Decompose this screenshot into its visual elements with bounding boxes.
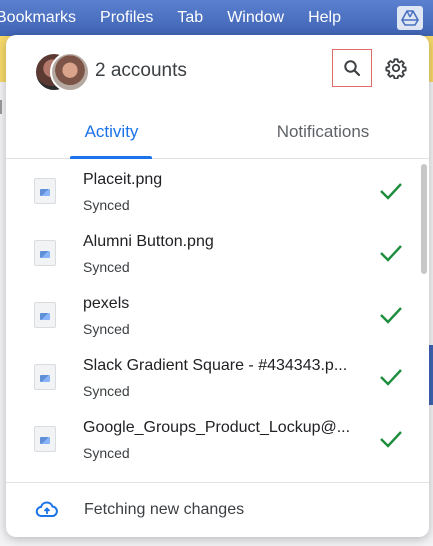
- file-status: Synced: [83, 321, 130, 337]
- menu-bar: Bookmarks Profiles Tab Window Help: [0, 0, 433, 36]
- scrollbar-thumb[interactable]: [421, 164, 427, 274]
- file-name: Placeit.png: [83, 171, 163, 188]
- list-item[interactable]: Placeit.png Synced: [6, 160, 418, 222]
- file-status: Synced: [83, 197, 130, 213]
- sync-status-bar: Fetching new changes: [6, 482, 429, 537]
- search-button[interactable]: [332, 49, 372, 87]
- checkmark-icon: [380, 245, 402, 262]
- activity-list: Placeit.png Synced Alumni Button.png Syn…: [6, 160, 429, 482]
- file-status: Synced: [83, 383, 130, 399]
- google-drive-icon[interactable]: [397, 6, 423, 30]
- file-name: Slack Gradient Square - #434343.p...: [83, 357, 348, 374]
- menu-help[interactable]: Help: [296, 0, 353, 36]
- scrollbar[interactable]: [418, 160, 429, 482]
- file-name: pexels: [83, 295, 130, 312]
- file-name: Alumni Button.png: [83, 233, 214, 250]
- gear-icon: [385, 58, 407, 79]
- settings-button[interactable]: [382, 54, 410, 82]
- checkmark-icon: [380, 431, 402, 448]
- avatar: [50, 52, 90, 92]
- tab-notifications[interactable]: Notifications: [217, 105, 429, 159]
- image-file-icon: [34, 364, 56, 390]
- list-item[interactable]: Google_Groups_Product_Lockup@... Synced: [6, 408, 418, 470]
- image-file-icon: [34, 426, 56, 452]
- accounts-label[interactable]: 2 accounts: [95, 60, 187, 82]
- image-file-icon: [34, 240, 56, 266]
- file-name: Google_Groups_Product_Lockup@...: [83, 419, 351, 436]
- image-file-icon: [34, 178, 56, 204]
- menu-bookmarks[interactable]: Bookmarks: [0, 0, 88, 36]
- menu-window[interactable]: Window: [215, 0, 296, 36]
- checkmark-icon: [380, 307, 402, 324]
- sync-status-text: Fetching new changes: [84, 501, 245, 518]
- tab-activity[interactable]: Activity: [6, 105, 217, 159]
- tab-bar: Activity Notifications: [6, 105, 429, 159]
- cloud-sync-icon: [35, 501, 58, 517]
- menu-tab[interactable]: Tab: [165, 0, 215, 36]
- search-icon: [344, 60, 361, 77]
- checkmark-icon: [380, 369, 402, 386]
- checkmark-icon: [380, 183, 402, 200]
- drive-activity-panel: 2 accounts Activity Notifications Placei…: [6, 35, 429, 537]
- list-item[interactable]: Alumni Button.png Synced: [6, 222, 418, 284]
- account-avatars[interactable]: [34, 52, 90, 92]
- list-item[interactable]: pexels Synced: [6, 284, 418, 346]
- list-item[interactable]: Slack Gradient Square - #434343.p... Syn…: [6, 346, 418, 408]
- panel-header: 2 accounts: [6, 35, 429, 105]
- image-file-icon: [34, 302, 56, 328]
- file-status: Synced: [83, 259, 130, 275]
- menu-profiles[interactable]: Profiles: [88, 0, 165, 36]
- tab-indicator: [70, 156, 152, 159]
- file-status: Synced: [83, 445, 130, 461]
